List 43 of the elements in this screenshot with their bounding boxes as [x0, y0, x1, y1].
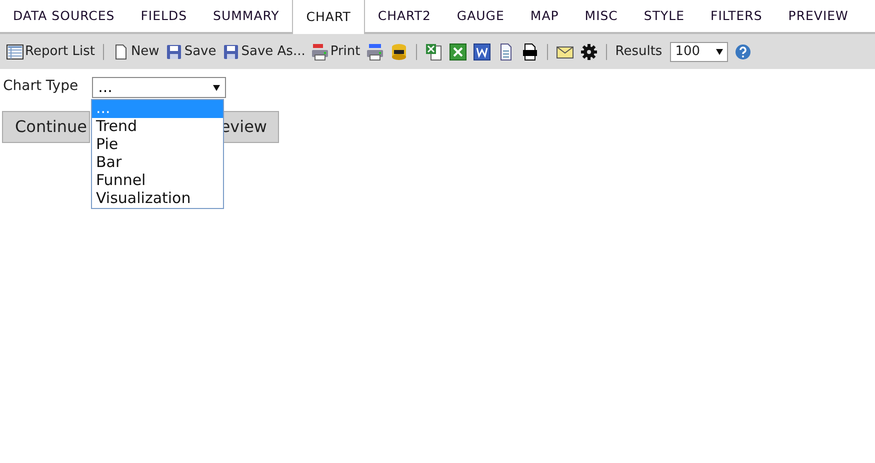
- dropdown-arrow-icon: [213, 84, 220, 90]
- tab[interactable]: STYLE: [630, 0, 698, 32]
- list-icon: [6, 42, 24, 60]
- word-document-icon: [473, 42, 492, 60]
- tab[interactable]: GAUGE: [444, 0, 518, 32]
- tab[interactable]: PREVIEW: [775, 0, 862, 32]
- toolbar-button[interactable]: Save As...: [222, 42, 306, 62]
- toolbar-icon-button[interactable]: [390, 42, 408, 60]
- chart-type-label: Chart Type: [3, 77, 78, 96]
- tab[interactable]: MAP: [517, 0, 572, 32]
- tab[interactable]: MISC: [572, 0, 631, 32]
- tab[interactable]: FIELDS: [128, 0, 200, 32]
- tab[interactable]: SUMMARY: [200, 0, 292, 32]
- toolbar-button[interactable]: New: [112, 42, 160, 62]
- spreadsheet-icon: [425, 42, 444, 60]
- results-label: Results: [615, 42, 662, 61]
- dropdown-option[interactable]: Trend: [92, 118, 223, 136]
- dropdown-arrow-icon: [716, 48, 724, 54]
- tab[interactable]: DATA SOURCES: [0, 0, 128, 32]
- results-select[interactable]: 100: [670, 42, 728, 62]
- chart-type-select[interactable]: ...: [92, 77, 226, 98]
- continue-button[interactable]: Continue: [2, 111, 90, 143]
- dropdown-option[interactable]: Pie: [92, 136, 223, 154]
- dropdown-option[interactable]: Funnel: [92, 172, 223, 190]
- toolbar-button[interactable]: Print: [311, 42, 360, 62]
- dropdown-option[interactable]: Visualization: [92, 190, 223, 208]
- spreadsheet-icon: [449, 42, 468, 60]
- printer-icon: [311, 42, 330, 60]
- toolbar-button[interactable]: Report List: [6, 42, 95, 62]
- help-icon: [734, 42, 752, 60]
- toolbar-icon-button[interactable]: [473, 42, 492, 60]
- toolbar-icon-button[interactable]: [449, 42, 468, 60]
- toolbar-icon-button[interactable]: [580, 42, 598, 60]
- tab[interactable]: FILTERS: [698, 0, 776, 32]
- dropdown-option[interactable]: Bar: [92, 154, 223, 172]
- toolbar-button[interactable]: Save: [165, 42, 216, 62]
- database-icon: [390, 42, 408, 60]
- toolbar-icon-button[interactable]: [521, 42, 540, 60]
- settings-icon: [580, 42, 598, 60]
- tab[interactable]: CHART: [292, 0, 365, 34]
- printer-icon: [366, 42, 384, 60]
- tab[interactable]: CHART2: [364, 0, 444, 32]
- file-icon: [521, 42, 540, 60]
